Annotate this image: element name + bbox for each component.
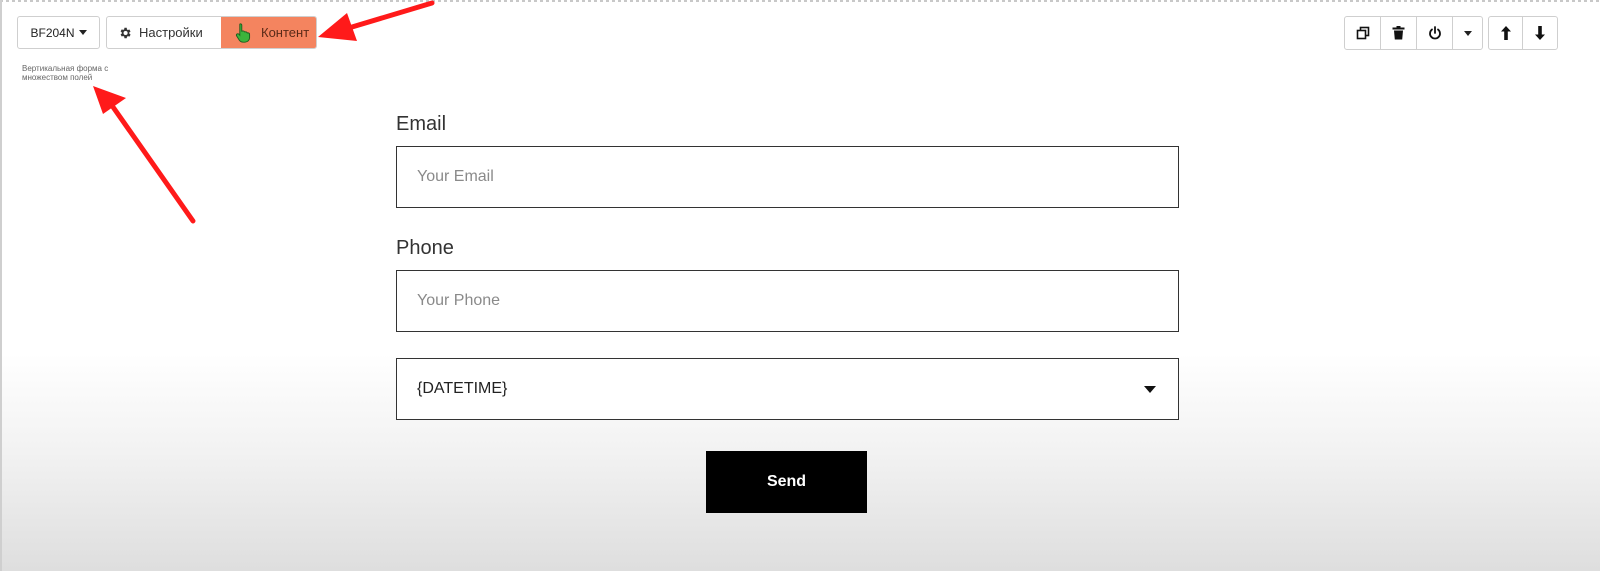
block-id-dropdown[interactable]: BF204N [17,16,100,49]
arrow-to-content-tab-icon [318,0,435,41]
trash-icon [1392,26,1405,40]
arrow-to-description-icon [93,86,196,224]
phone-label: Phone [396,237,454,259]
move-actions-group [1488,16,1558,50]
block-id-label: BF204N [30,25,75,40]
arrow-up-icon [1500,26,1511,40]
left-border [0,0,2,571]
toggle-visibility-button[interactable] [1417,17,1453,49]
more-options-button[interactable] [1453,17,1482,49]
block-actions-group [1344,16,1483,50]
datetime-select[interactable]: {DATETIME} [396,358,1179,420]
delete-button[interactable] [1381,17,1417,49]
caret-down-icon [78,30,87,35]
top-dotted-border [0,0,1600,2]
power-icon [1428,26,1441,40]
email-label: Email [396,113,447,135]
tab-content-label: Контент [261,25,310,40]
editor-tabs: Настройки Контент [106,16,317,49]
tab-settings-label: Настройки [139,25,203,40]
dropdown-arrow-icon [1144,385,1156,393]
tab-settings[interactable]: Настройки [107,17,221,48]
duplicate-button[interactable] [1345,17,1381,49]
copy-icon [1356,26,1369,40]
block-description: Вертикальная форма с множеством полей [22,64,109,82]
pointer-hand-icon [235,22,251,43]
email-field[interactable] [396,146,1179,208]
send-button[interactable]: Send [706,451,867,513]
chevron-down-icon [1463,30,1472,36]
move-up-button[interactable] [1489,17,1524,49]
datetime-value: {DATETIME} [417,380,508,397]
move-down-button[interactable] [1523,17,1557,49]
tab-content[interactable]: Контент [221,17,316,48]
arrow-down-icon [1535,26,1545,40]
gear-icon [120,27,131,38]
phone-field[interactable] [396,270,1179,332]
